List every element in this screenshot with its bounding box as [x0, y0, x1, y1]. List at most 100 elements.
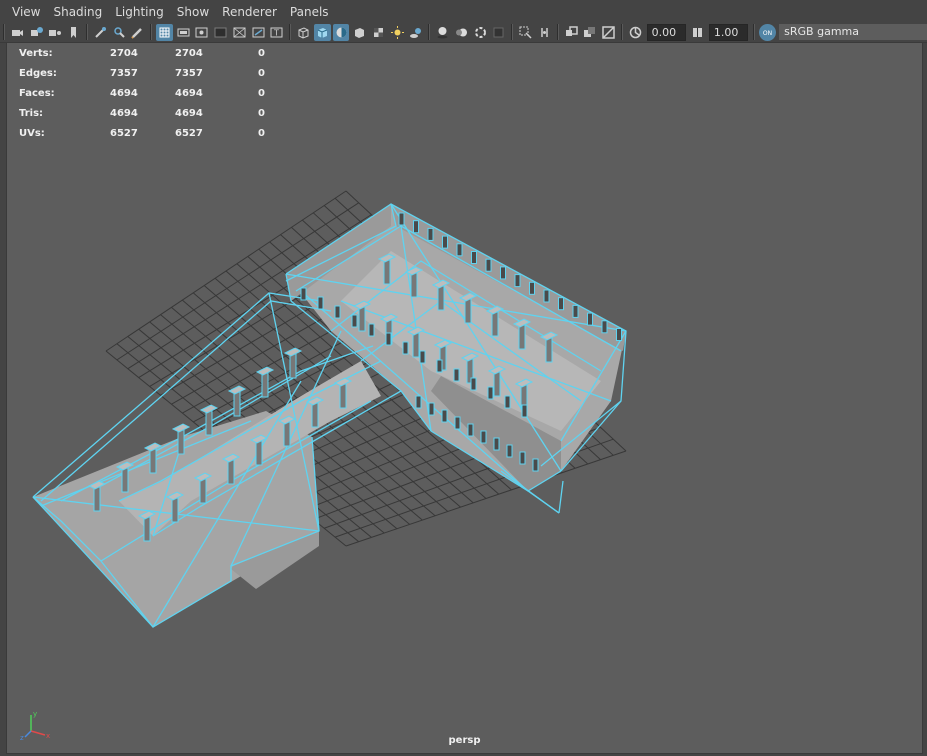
window — [506, 444, 513, 458]
toolbar-divider — [556, 24, 559, 40]
window — [453, 368, 460, 382]
bookmarks-icon[interactable] — [46, 24, 63, 41]
hud-row-uvs: UVs: 6527 6527 0 — [19, 123, 265, 143]
toolbar-divider — [3, 24, 5, 40]
window — [514, 274, 521, 288]
film-gate-icon[interactable] — [175, 24, 192, 41]
hud-value: 2704 — [110, 47, 138, 59]
window — [436, 359, 443, 373]
toolbar-divider — [511, 24, 514, 40]
hud-label: Faces: — [19, 87, 55, 99]
motion-blur-icon[interactable] — [453, 24, 470, 41]
default-material-icon[interactable] — [351, 24, 368, 41]
exposure-icon[interactable] — [627, 24, 644, 41]
window — [485, 258, 492, 272]
window — [402, 341, 409, 355]
toolbar-divider — [85, 24, 88, 40]
gate-mask-icon[interactable] — [212, 24, 229, 41]
panel-toolbar: T 0.00 1.00 ON sRGB gamma — [0, 22, 927, 43]
menu-bar: View Shading Lighting Show Renderer Pane… — [0, 0, 927, 24]
select-camera-icon[interactable] — [9, 24, 26, 41]
window — [587, 312, 593, 326]
menu-panels[interactable]: Panels — [284, 0, 336, 24]
2d-pan-zoom-icon[interactable] — [111, 24, 128, 41]
toolbar-divider — [289, 24, 292, 40]
safe-title-icon[interactable]: T — [269, 24, 286, 41]
grid-icon[interactable] — [156, 23, 173, 41]
wireframe-icon[interactable] — [295, 24, 312, 41]
svg-text:y: y — [33, 710, 37, 718]
scene-render — [32, 190, 627, 628]
field-chart-icon[interactable] — [231, 24, 248, 41]
gamma-field[interactable]: 1.00 — [708, 23, 749, 41]
isolate-select-icon[interactable] — [517, 24, 534, 41]
camera-name-label: persp — [448, 735, 481, 746]
textured-icon[interactable] — [370, 24, 387, 41]
window — [456, 243, 463, 257]
window — [442, 235, 448, 249]
screen-space-ao-icon[interactable] — [434, 24, 451, 41]
view-transform-field[interactable]: sRGB gamma — [779, 24, 927, 40]
building-mesh[interactable] — [33, 204, 626, 627]
3d-viewport[interactable]: Verts: 2704 2704 0 Edges: 7357 7357 0 Fa… — [6, 42, 923, 754]
toolbar-divider — [428, 24, 431, 40]
window — [532, 458, 539, 472]
window — [415, 395, 422, 409]
backface-culling-icon[interactable] — [600, 24, 617, 41]
menu-renderer[interactable]: Renderer — [216, 0, 284, 24]
hud-value: 6527 — [110, 127, 138, 139]
xray-icon[interactable] — [536, 24, 553, 41]
hud-value: 0 — [258, 127, 265, 139]
hud-label: Verts: — [19, 47, 53, 59]
window — [504, 395, 511, 409]
hud-value: 7357 — [110, 67, 138, 79]
window — [616, 328, 622, 341]
window — [487, 386, 494, 400]
window — [441, 409, 448, 423]
smooth-shade-icon[interactable] — [313, 23, 331, 41]
svg-text:ON: ON — [763, 30, 772, 37]
xray-active-components-icon[interactable] — [563, 24, 580, 41]
color-management-toggle-icon[interactable]: ON — [759, 23, 777, 41]
window — [521, 404, 528, 418]
gamma-icon[interactable] — [689, 24, 706, 41]
menu-view[interactable]: View — [0, 0, 47, 24]
window — [467, 423, 474, 437]
safe-action-icon[interactable] — [250, 24, 267, 41]
anti-aliasing-icon[interactable] — [472, 24, 489, 41]
window — [334, 305, 341, 319]
shadows-icon[interactable] — [408, 24, 425, 41]
depth-of-field-icon[interactable] — [491, 24, 508, 41]
window — [519, 451, 526, 465]
toolbar-divider — [620, 24, 623, 40]
window — [558, 297, 564, 311]
hud-value: 4694 — [110, 107, 138, 119]
hud-value: 2704 — [175, 47, 203, 59]
window — [419, 350, 426, 364]
image-plane-icon[interactable] — [92, 24, 109, 41]
toolbar-divider — [150, 24, 153, 40]
svg-text:T: T — [273, 28, 279, 37]
window — [427, 227, 434, 241]
menu-lighting[interactable]: Lighting — [109, 0, 171, 24]
menu-show[interactable]: Show — [171, 0, 216, 24]
hud-value: 4694 — [110, 87, 138, 99]
window — [413, 220, 419, 234]
hud-value: 7357 — [175, 67, 203, 79]
hud-value: 6527 — [175, 127, 203, 139]
menu-shading[interactable]: Shading — [47, 0, 109, 24]
hud-value: 4694 — [175, 87, 203, 99]
hud-row-edges: Edges: 7357 7357 0 — [19, 63, 265, 83]
resolution-gate-icon[interactable] — [194, 24, 211, 41]
hud-label: UVs: — [19, 127, 45, 139]
exposure-field[interactable]: 0.00 — [646, 23, 687, 41]
xray-joints-icon[interactable] — [581, 24, 598, 41]
bookmark-icon[interactable] — [65, 24, 82, 41]
camera-attributes-icon[interactable] — [28, 24, 45, 41]
wireframe-on-shaded-icon[interactable] — [332, 23, 350, 41]
window — [398, 212, 405, 226]
window — [470, 377, 477, 391]
use-all-lights-icon[interactable] — [389, 24, 406, 41]
window — [572, 304, 579, 318]
grease-pencil-icon[interactable] — [129, 24, 146, 41]
